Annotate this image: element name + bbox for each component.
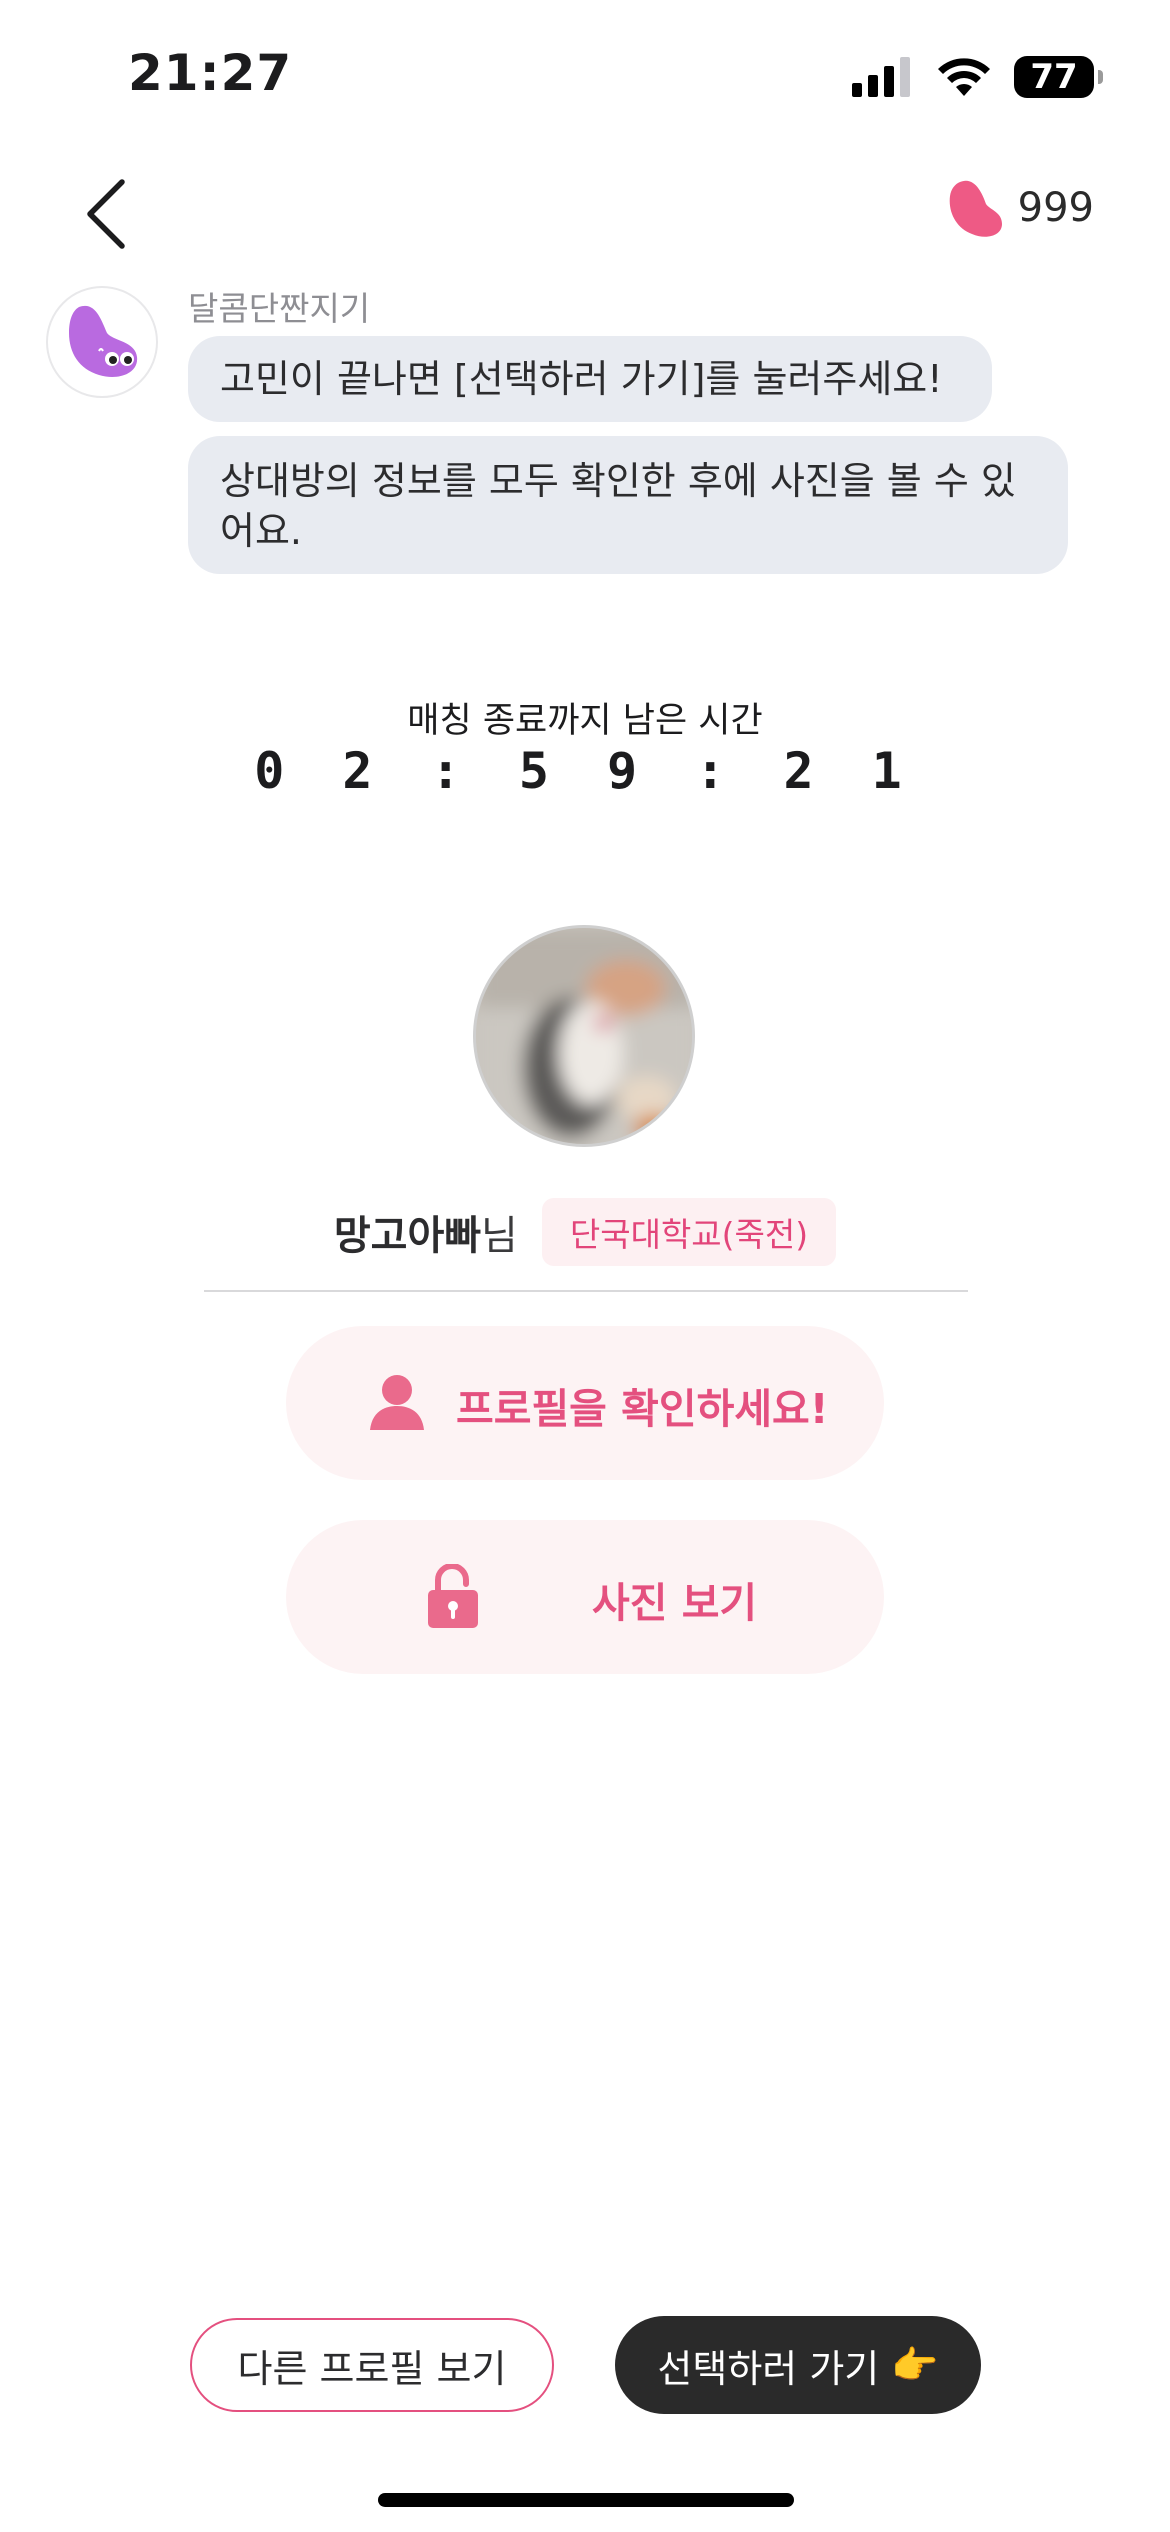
credit-count: 999	[1017, 185, 1094, 231]
bot-avatar	[46, 286, 158, 398]
countdown-timer: 0 2 : 5 9 : 2 1	[254, 742, 916, 800]
jellybean-icon	[949, 180, 1002, 237]
signal-icon	[852, 57, 910, 97]
profile-photo-blurred	[473, 925, 695, 1147]
status-icons: 77	[852, 54, 1103, 100]
profile-name-row: 망고아빠님 단국대학교(죽전)	[0, 1198, 1170, 1266]
timer-label: 매칭 종료까지 남은 시간	[407, 701, 763, 741]
check-profile-button[interactable]: 프로필을 확인하세요!	[286, 1326, 884, 1480]
home-indicator	[378, 2493, 794, 2507]
unlock-icon	[428, 1564, 478, 1628]
blurred-photo-image	[476, 928, 692, 1144]
school-badge: 단국대학교(죽전)	[541, 1198, 837, 1266]
wifi-icon	[938, 58, 990, 96]
credit-balance[interactable]: 999	[946, 178, 1094, 238]
check-profile-label: 프로필을 확인하세요!	[456, 1385, 829, 1433]
chat-bubble: 고민이 끝나면 [선택하러 가기]를 눌러주세요!	[188, 336, 992, 422]
view-photo-button[interactable]: 사진 보기	[286, 1520, 884, 1674]
other-profile-label: 다른 프로필 보기	[237, 2346, 507, 2391]
pointing-hand-icon: 👉	[891, 2342, 939, 2387]
jellybean-mascot-icon	[69, 305, 138, 377]
battery-icon: 77	[1014, 56, 1103, 98]
go-select-button[interactable]: 선택하러 가기 👉	[615, 2316, 981, 2414]
view-photo-label: 사진 보기	[592, 1579, 758, 1627]
status-time: 21:27	[128, 44, 293, 102]
chat-bubble: 상대방의 정보를 모두 확인한 후에 사진을 볼 수 있어요.	[188, 436, 1068, 574]
other-profile-button[interactable]: 다른 프로필 보기	[190, 2318, 554, 2412]
profile-name-suffix: 님	[481, 1213, 518, 1259]
battery-level: 77	[1030, 57, 1078, 97]
profile-name: 망고아빠님	[334, 1203, 518, 1261]
go-select-label: 선택하러 가기	[657, 2346, 880, 2391]
profile-nickname: 망고아빠	[333, 1213, 482, 1259]
chevron-left-icon	[87, 179, 125, 249]
divider	[204, 1290, 968, 1292]
person-icon	[370, 1375, 424, 1430]
bot-name: 달콤단짠지기	[188, 289, 371, 328]
back-button[interactable]	[80, 176, 140, 252]
